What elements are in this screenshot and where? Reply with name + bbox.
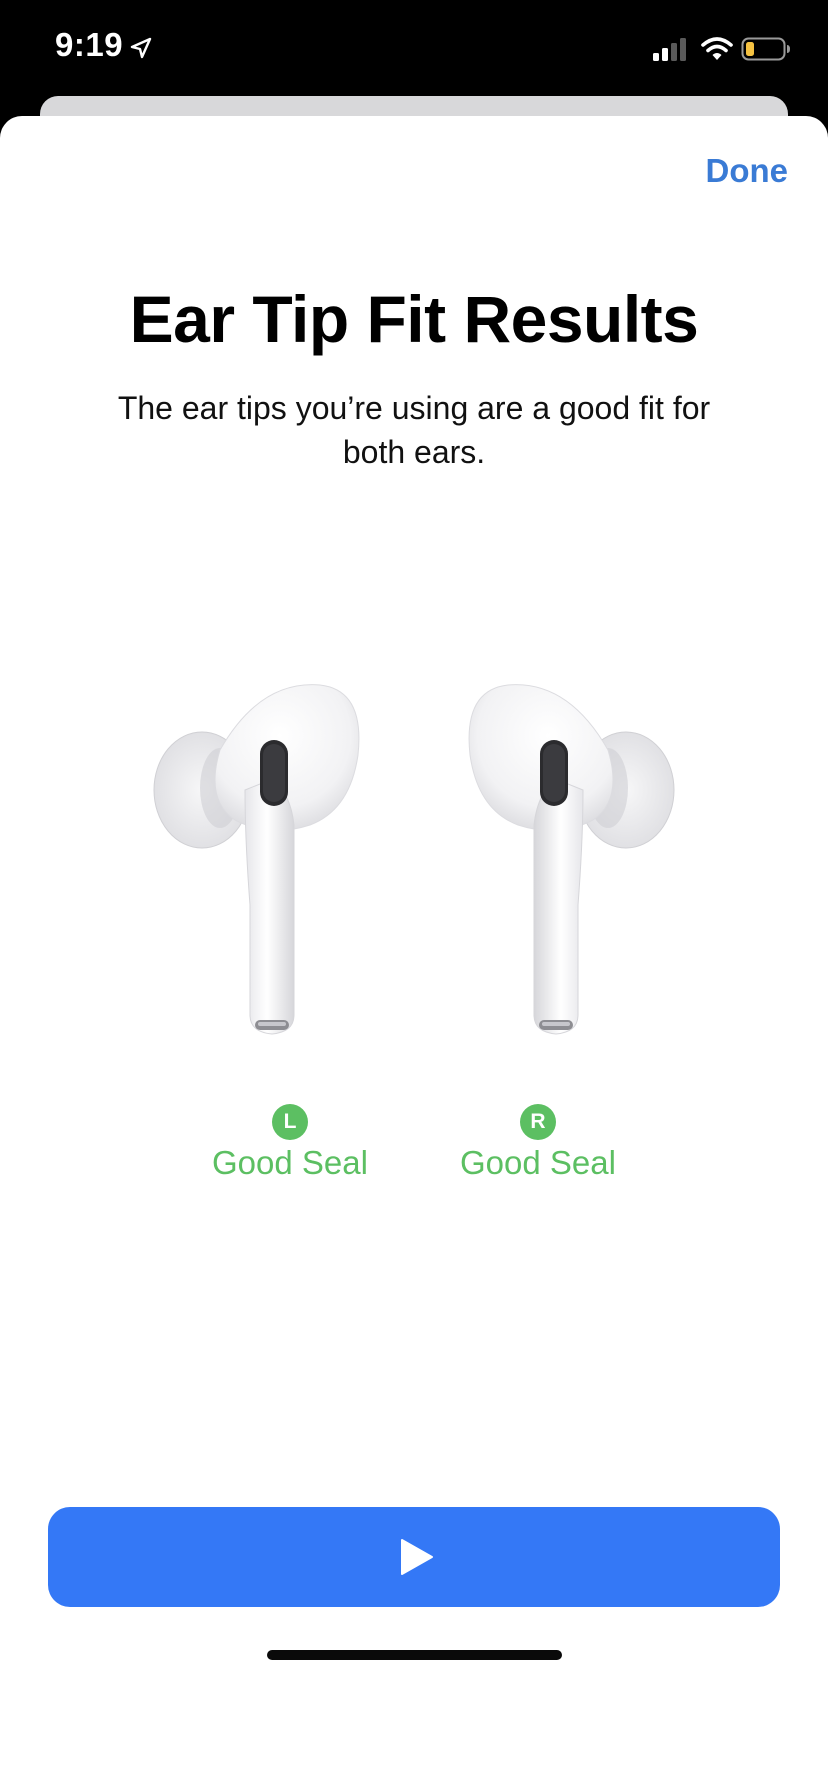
cellular-signal-icon	[653, 38, 686, 61]
left-seal-label: Good Seal	[212, 1144, 368, 1181]
right-seal-label: Good Seal	[460, 1144, 616, 1181]
right-earbud-image	[468, 684, 675, 1035]
page-title: Ear Tip Fit Results	[129, 282, 699, 356]
location-arrow-icon	[130, 37, 152, 59]
left-ear-badge: L	[272, 1104, 308, 1140]
status-bar: 9:19	[0, 0, 828, 100]
play-button[interactable]	[48, 1507, 780, 1607]
screen: 9:19 Done Ear Tip Fit Results The ear ti…	[0, 0, 828, 1792]
left-earbud-image	[153, 684, 360, 1035]
results-description: The ear tips you’re using are a good fit…	[117, 390, 711, 470]
battery-icon	[741, 37, 790, 61]
right-seal-status: R Good Seal	[438, 1104, 638, 1182]
earbuds-illustration	[150, 660, 678, 1080]
wifi-icon	[701, 37, 733, 60]
play-icon	[401, 1539, 433, 1575]
left-seal-status: L Good Seal	[190, 1104, 390, 1182]
home-indicator[interactable]	[267, 1650, 562, 1660]
status-time: 9:19	[55, 26, 124, 63]
done-button[interactable]: Done	[706, 152, 789, 190]
right-ear-badge: R	[520, 1104, 556, 1140]
